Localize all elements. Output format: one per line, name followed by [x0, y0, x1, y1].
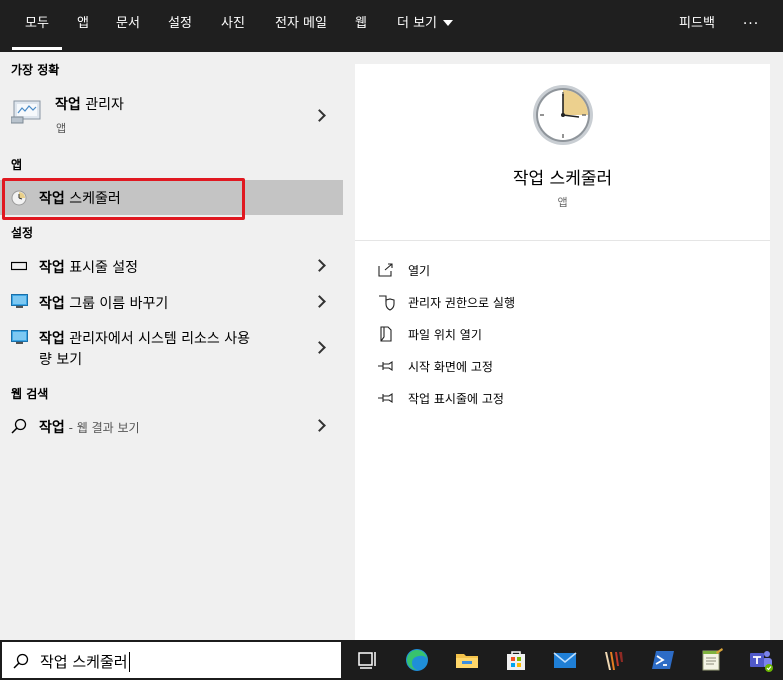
section-settings: 설정 [11, 226, 34, 240]
caret-down-icon [443, 19, 453, 26]
feedback-label: 피드백 [679, 16, 715, 31]
edge-icon[interactable] [403, 646, 431, 674]
app-icon[interactable] [600, 646, 628, 674]
tab-label: 웹 [355, 16, 367, 31]
more-options-button[interactable]: ··· [733, 0, 769, 50]
chevron-right-icon [313, 419, 326, 432]
tab-label: 문서 [116, 16, 140, 31]
mail-icon[interactable] [551, 646, 579, 674]
feedback-button[interactable]: 피드백 [670, 0, 724, 50]
web-search-item[interactable]: 작업 - 웹 결과 보기 [0, 410, 343, 442]
notepad-icon[interactable] [698, 646, 726, 674]
tab-more[interactable]: 더 보기 [388, 0, 462, 50]
settings-item-rename-group[interactable]: 작업 그룹 이름 바꾸기 [0, 286, 343, 318]
settings-item-taskbar[interactable]: 작업 표시줄 설정 [0, 250, 343, 282]
tab-email[interactable]: 전자 메일 [266, 0, 336, 50]
tab-settings[interactable]: 설정 [160, 0, 200, 50]
action-label: 관리자 권한으로 실행 [408, 296, 515, 310]
monitor-icon [11, 294, 28, 308]
text-cursor [128, 651, 130, 672]
action-pin-to-taskbar[interactable]: 작업 표시줄에 고정 [377, 387, 757, 411]
tab-label: 더 보기 [396, 16, 437, 31]
action-label: 파일 위치 열기 [408, 328, 482, 342]
settings-item-resource-usage[interactable]: 작업 관리자에서 시스템 리소스 사용 량 보기 [0, 322, 343, 370]
taskbar: 작업 스케줄러 [0, 640, 783, 680]
divider [355, 240, 770, 241]
tab-label: 사진 [221, 16, 245, 31]
tab-apps[interactable]: 앱 [70, 0, 96, 50]
action-label: 시작 화면에 고정 [408, 360, 493, 374]
section-apps: 앱 [11, 158, 23, 172]
detail-title: 작업 스케줄러 [512, 169, 613, 189]
chevron-right-icon [313, 341, 326, 354]
settings-item-title-line2: 량 보기 [39, 352, 83, 368]
search-input-value: 작업 스케줄러 [40, 651, 130, 672]
web-search-title: 작업 - 웹 결과 보기 [39, 420, 140, 436]
search-icon [13, 653, 29, 669]
tab-label: 모두 [25, 16, 49, 31]
search-input[interactable]: 작업 스케줄러 [0, 640, 343, 680]
teams-icon[interactable] [747, 646, 775, 674]
action-open-file-location[interactable]: 파일 위치 열기 [377, 323, 757, 347]
action-label: 열기 [408, 264, 431, 278]
chevron-right-icon [313, 295, 326, 308]
action-label: 작업 표시줄에 고정 [408, 392, 504, 406]
action-open[interactable]: 열기 [377, 259, 757, 283]
file-location-icon [380, 326, 392, 342]
settings-item-title: 작업 관리자에서 시스템 리소스 사용 [39, 331, 251, 347]
tab-all[interactable]: 모두 [12, 0, 62, 50]
shield-icon [379, 295, 395, 311]
tab-label: 설정 [168, 16, 192, 31]
top-tab-bar: 모두 앱 문서 설정 사진 전자 메일 웹 더 보기 피드백 ··· [0, 0, 783, 52]
tab-web[interactable]: 웹 [348, 0, 374, 50]
chevron-right-icon [313, 259, 326, 272]
pin-icon [378, 392, 393, 404]
task-view-icon[interactable] [354, 646, 382, 674]
file-explorer-icon[interactable] [453, 646, 481, 674]
tab-label: 전자 메일 [275, 16, 327, 31]
monitor-icon [11, 330, 28, 344]
open-icon [378, 263, 393, 277]
search-icon [11, 418, 27, 434]
section-web-search: 웹 검색 [11, 387, 49, 401]
tab-label: 앱 [77, 16, 89, 31]
settings-item-title: 작업 그룹 이름 바꾸기 [39, 296, 169, 312]
results-panel: 가장 정확 작업 관리자 앱 앱 작업 스케줄러 설정 작업 표시줄 설정 작업… [0, 52, 343, 640]
best-match-subtitle: 앱 [56, 122, 67, 135]
action-run-as-admin[interactable]: 관리자 권한으로 실행 [377, 291, 757, 315]
best-match-item[interactable]: 작업 관리자 앱 [0, 88, 343, 142]
task-scheduler-clock-icon [533, 85, 593, 145]
store-icon[interactable] [502, 646, 530, 674]
taskbar-settings-icon [11, 261, 27, 271]
pin-icon [378, 360, 393, 372]
tab-documents[interactable]: 문서 [108, 0, 148, 50]
more-options-icon: ··· [742, 16, 760, 32]
detail-subtitle: 앱 [557, 196, 568, 209]
task-manager-icon [11, 100, 41, 124]
settings-item-title: 작업 표시줄 설정 [39, 260, 139, 276]
tab-photos[interactable]: 사진 [213, 0, 253, 50]
chevron-right-icon [313, 109, 326, 122]
action-pin-to-start[interactable]: 시작 화면에 고정 [377, 355, 757, 379]
highlight-box [2, 178, 245, 220]
powershell-icon[interactable] [649, 646, 677, 674]
section-best-match: 가장 정확 [11, 63, 60, 77]
detail-panel: 작업 스케줄러 앱 열기 관리자 권한으로 실행 파일 위치 열기 시작 화면에… [355, 64, 770, 640]
best-match-title: 작업 관리자 [55, 97, 124, 113]
